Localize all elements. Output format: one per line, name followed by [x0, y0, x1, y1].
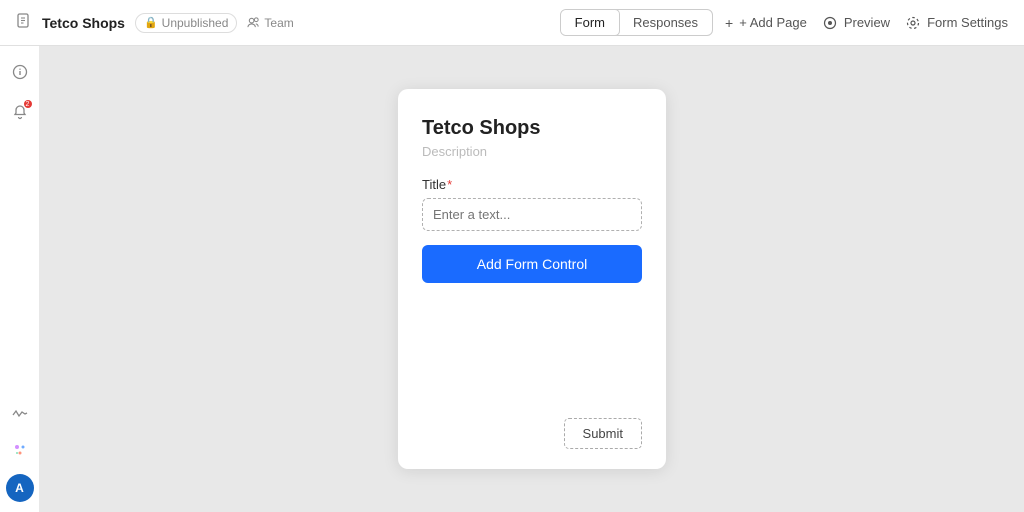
topbar: Tetco Shops 🔒 Unpublished Team Form Resp…: [0, 0, 1024, 46]
plus-icon: +: [725, 15, 733, 31]
topbar-right: + + Add Page Preview Form Settings: [725, 15, 1008, 31]
app-title: Tetco Shops: [42, 15, 125, 31]
title-input[interactable]: [422, 198, 642, 231]
view-tabs: Form Responses: [560, 9, 713, 36]
tab-responses[interactable]: Responses: [619, 10, 712, 35]
lock-icon: 🔒: [144, 16, 158, 29]
form-card-spacer: [422, 291, 642, 410]
submit-button[interactable]: Submit: [564, 418, 642, 449]
left-sidebar: 2 A: [0, 46, 40, 512]
submit-btn-area: Submit: [422, 418, 642, 449]
tab-form[interactable]: Form: [560, 9, 620, 36]
sidebar-bell-icon[interactable]: 2: [4, 96, 36, 128]
user-avatar[interactable]: A: [6, 474, 34, 502]
team-badge: Team: [247, 16, 293, 30]
topbar-left: Tetco Shops 🔒 Unpublished Team: [16, 13, 548, 33]
main-area: 2 A Tetco Shops Description Title* Add F…: [0, 46, 1024, 512]
sidebar-info-icon[interactable]: [4, 56, 36, 88]
notification-badge: 2: [24, 100, 32, 108]
add-form-control-button[interactable]: Add Form Control: [422, 245, 642, 283]
add-page-link[interactable]: + + Add Page: [725, 15, 807, 31]
team-label: Team: [264, 16, 293, 30]
form-canvas: Tetco Shops Description Title* Add Form …: [40, 46, 1024, 512]
sidebar-activity-icon[interactable]: [4, 398, 36, 430]
sidebar-sparkle-icon[interactable]: [4, 434, 36, 466]
required-marker: *: [447, 177, 452, 192]
status-label: Unpublished: [162, 16, 229, 30]
preview-link[interactable]: Preview: [823, 15, 890, 30]
status-badge: 🔒 Unpublished: [135, 13, 237, 33]
doc-icon: [16, 13, 32, 33]
field-label: Title*: [422, 177, 642, 192]
form-card-title: Tetco Shops: [422, 117, 642, 140]
form-card-description: Description: [422, 144, 642, 159]
form-card: Tetco Shops Description Title* Add Form …: [398, 89, 666, 469]
form-settings-link[interactable]: Form Settings: [906, 15, 1008, 30]
